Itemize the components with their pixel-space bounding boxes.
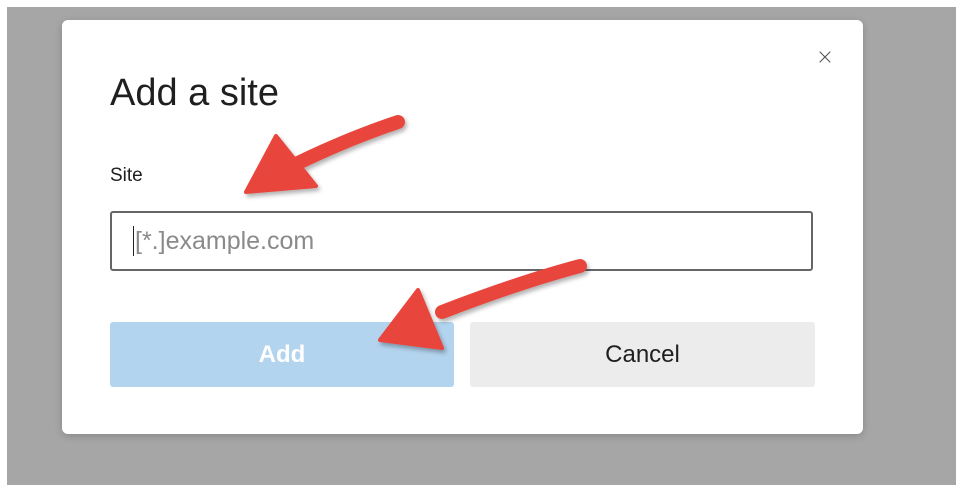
site-input[interactable]	[110, 211, 813, 271]
close-icon[interactable]: ×	[813, 46, 837, 70]
cancel-button[interactable]: Cancel	[470, 322, 815, 387]
text-caret	[133, 226, 134, 256]
site-field-label: Site	[110, 165, 143, 186]
dialog-title: Add a site	[110, 72, 279, 114]
add-button[interactable]: Add	[110, 322, 454, 387]
